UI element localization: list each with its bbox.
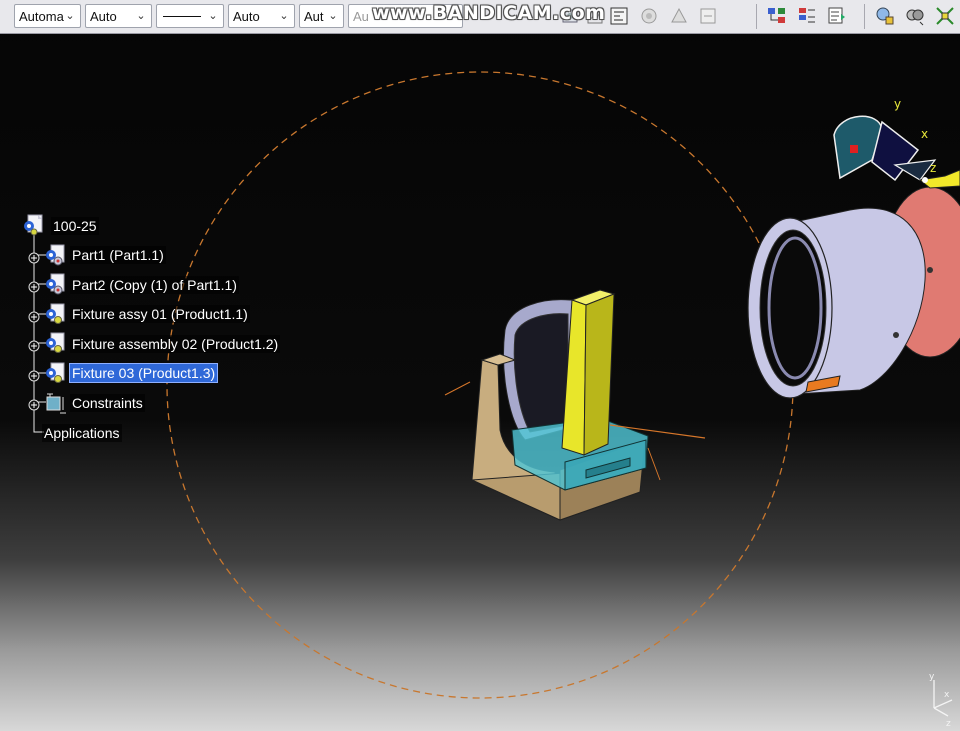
toolbar-separator (756, 4, 757, 29)
toolbar-separator (864, 4, 865, 29)
triad-x-label: x (944, 690, 950, 700)
manipulate-icon[interactable] (638, 5, 660, 27)
expand-icon[interactable] (28, 396, 40, 411)
compass-y-label: y (894, 97, 901, 111)
product-icon[interactable] (44, 302, 66, 324)
expand-icon[interactable] (28, 367, 40, 382)
expand-icon[interactable] (28, 308, 40, 323)
ring-and-disc[interactable] (747, 186, 960, 399)
axis-triad: x y z (929, 672, 953, 729)
snap-icon[interactable] (934, 5, 956, 27)
tree-item-fixture-assembly-02[interactable]: Fixture assembly 02 (Product1.2) (70, 335, 281, 353)
analyze-icon[interactable] (608, 5, 630, 27)
compass-x-label: x (921, 127, 928, 141)
graph-tree-icon[interactable] (826, 5, 848, 27)
tree-item-part2[interactable]: Part2 (Copy (1) of Part1.1) (70, 276, 239, 294)
specification-tree: 100-25 Part1 (Part1.1) Part2 (Copy (1) o… (0, 0, 320, 460)
publish-icon[interactable] (697, 5, 719, 27)
catalog-icon[interactable] (668, 5, 690, 27)
analysis-tools-icon[interactable] (874, 5, 896, 27)
bandicam-watermark: www.BANDICAM.com (372, 2, 606, 24)
part-icon[interactable] (44, 272, 66, 295)
compass[interactable]: y x z (833, 97, 960, 189)
product-icon[interactable] (44, 361, 66, 383)
tree-item-fixture-03[interactable]: Fixture 03 (Product1.3) (68, 363, 219, 383)
reorder-icon[interactable] (796, 5, 818, 27)
expand-icon[interactable] (28, 337, 40, 352)
tree-root-label[interactable]: 100-25 (51, 217, 99, 235)
bracket-assembly[interactable] (444, 289, 706, 521)
product-structure-icon[interactable] (766, 5, 788, 27)
product-icon[interactable] (44, 331, 66, 353)
tree-item-applications[interactable]: Applications (42, 424, 122, 442)
triad-y-label: y (929, 672, 935, 682)
chevron-down-icon: ⌄ (328, 10, 338, 22)
render-combo-value: Au (353, 9, 369, 24)
constraints-icon[interactable] (44, 391, 66, 414)
clash-icon[interactable] (904, 5, 926, 27)
tree-item-fixture-assy-01[interactable]: Fixture assy 01 (Product1.1) (70, 305, 250, 323)
expand-icon[interactable] (28, 249, 40, 264)
part-icon[interactable] (44, 243, 66, 266)
expand-icon[interactable] (28, 278, 40, 293)
tree-item-part1[interactable]: Part1 (Part1.1) (70, 246, 166, 264)
compass-z-label: z (930, 161, 936, 175)
triad-z-label: z (946, 719, 951, 729)
product-root-icon[interactable] (22, 213, 44, 236)
tree-item-constraints[interactable]: Constraints (70, 394, 145, 412)
